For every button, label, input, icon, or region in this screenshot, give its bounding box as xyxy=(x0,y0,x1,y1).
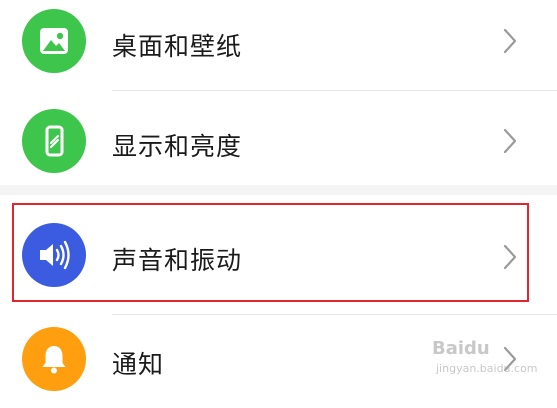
watermark: Baidu jingyan.baidu.com xyxy=(432,338,552,388)
chevron-right-icon xyxy=(503,128,517,154)
bell-icon xyxy=(22,327,86,391)
watermark-url: jingyan.baidu.com xyxy=(436,362,538,375)
divider xyxy=(112,314,557,315)
settings-item-label: 桌面和壁纸 xyxy=(112,32,243,61)
phone-display-icon xyxy=(22,109,86,173)
settings-item-label: 显示和亮度 xyxy=(112,132,243,161)
settings-item-label: 通知 xyxy=(112,350,165,379)
settings-item-wallpaper[interactable]: 桌面和壁纸 xyxy=(0,0,557,90)
highlight-box xyxy=(12,203,529,302)
group-separator xyxy=(0,185,557,195)
settings-item-display[interactable]: 显示和亮度 xyxy=(0,96,557,186)
chevron-right-icon xyxy=(503,28,517,54)
watermark-logo-text: Baidu xyxy=(432,338,490,359)
wallpaper-image-icon xyxy=(22,9,86,73)
divider xyxy=(112,90,557,91)
